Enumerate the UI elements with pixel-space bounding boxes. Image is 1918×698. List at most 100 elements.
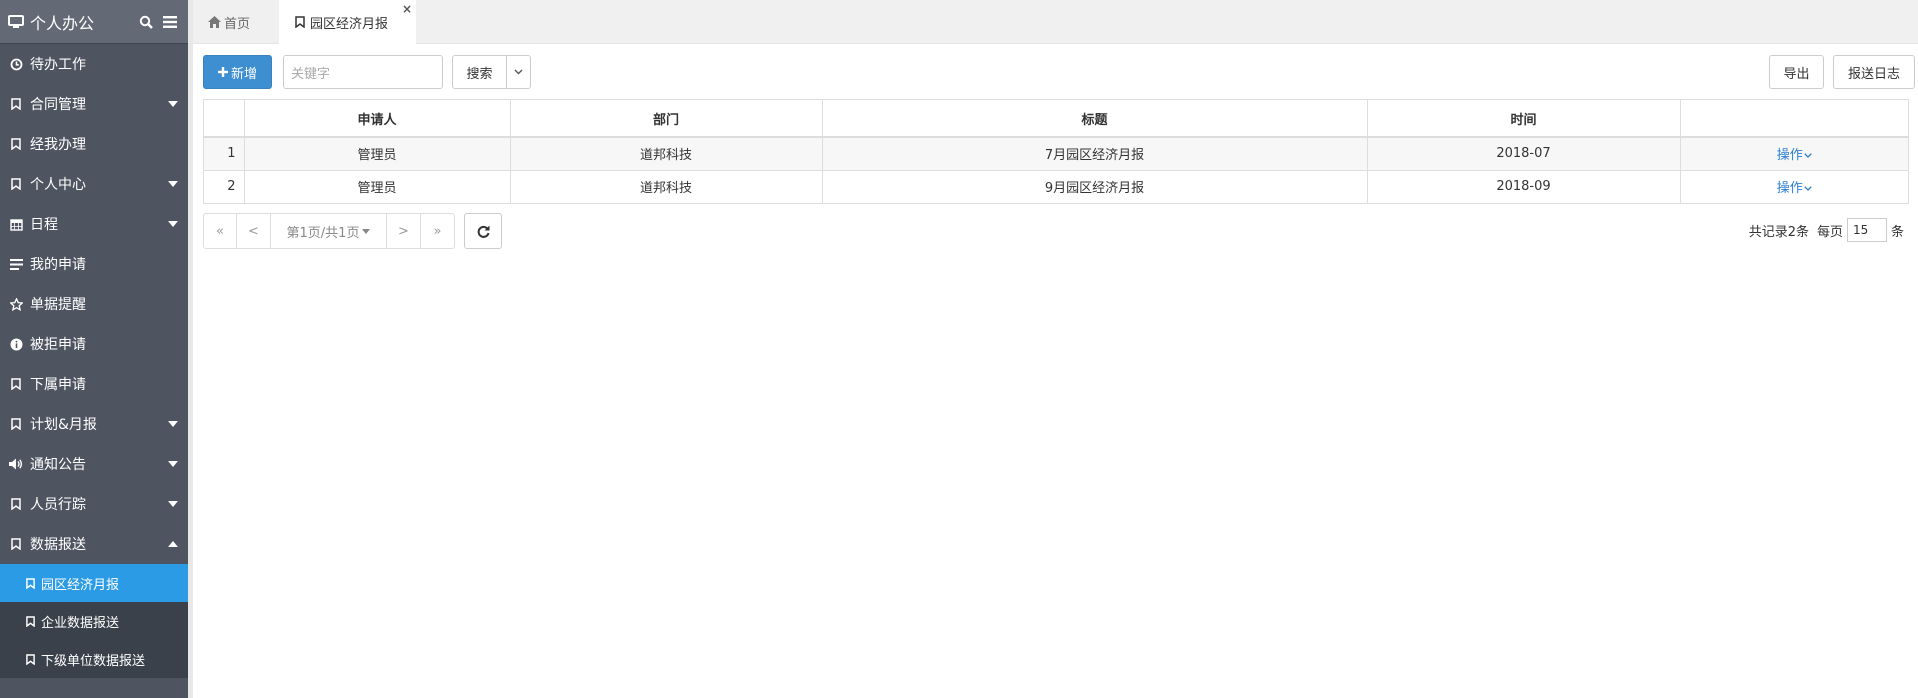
sidebar-item-3[interactable]: 个人中心 [0,164,188,204]
per-page-input[interactable]: 15 [1846,218,1887,242]
search-button[interactable]: 搜索 [452,55,507,89]
sidebar-item-1[interactable]: 合同管理 [0,84,188,124]
sidebar-item-label: 个人中心 [30,177,86,193]
page-info: 共记录2条 每页 15 条 [1749,217,1904,243]
cell-title: 7月园区经济月报 [822,136,1368,170]
refresh-icon [477,225,490,238]
export-button[interactable]: 导出 [1769,55,1824,89]
chevron-down-icon [1803,148,1812,163]
bookmark-icon [293,15,307,29]
row-number: 2 [204,169,245,203]
sidebar-submenu: 园区经济月报企业数据报送下级单位数据报送 [0,564,188,678]
bookmark-icon [8,496,24,512]
sidebar-item-label: 合同管理 [30,97,86,113]
cell-actions: 操作 [1680,136,1908,170]
bookmark-icon [26,653,38,666]
sidebar-item-4[interactable]: 日程 [0,204,188,244]
submenu-item-0[interactable]: 园区经济月报 [0,564,188,602]
cell-department: 道邦科技 [510,136,823,170]
header-actions [1680,100,1908,138]
tab-active-label: 园区经济月报 [310,16,389,32]
first-page-button[interactable]: « [203,213,237,249]
chevron-down-icon [1803,181,1812,196]
pagination: « < 第1页/共1页 > » [203,213,455,249]
sidebar-item-label: 被拒申请 [30,337,86,353]
actions-dropdown-link[interactable]: 操作 [1777,181,1812,196]
sidebar-item-10[interactable]: 通知公告 [0,444,188,484]
sidebar-item-12[interactable]: 数据报送 [0,524,188,564]
sidebar: 个人办公 待办工作合同管理经我办理个人中心日程我的申请单据提醒被拒申请下属申请计… [0,0,188,698]
submenu-item-2[interactable]: 下级单位数据报送 [0,640,188,678]
close-icon[interactable]: × [402,2,412,16]
sidebar-item-6[interactable]: 单据提醒 [0,284,188,324]
sidebar-item-label: 经我办理 [30,137,86,153]
sidebar-item-11[interactable]: 人员行踪 [0,484,188,524]
row-number: 1 [204,136,245,170]
table-row[interactable]: 2 管理员 道邦科技 9月园区经济月报 2018-09 操作 [204,169,1908,203]
monitor-icon [8,14,24,29]
sidebar-item-5[interactable]: 我的申请 [0,244,188,284]
tab-active[interactable]: 园区经济月报 × [279,0,416,44]
cell-actions: 操作 [1680,169,1908,203]
sidebar-item-2[interactable]: 经我办理 [0,124,188,164]
bookmark-icon [26,615,38,628]
add-button[interactable]: 新增 [203,55,272,89]
menu-toggle-icon[interactable] [160,12,180,32]
search-dropdown-button[interactable] [506,55,531,89]
plus-icon [217,67,228,77]
star-icon [8,296,24,312]
table-row[interactable]: 1 管理员 道邦科技 7月园区经济月报 2018-07 操作 [204,136,1908,170]
last-page-button[interactable]: » [420,213,455,249]
cell-department: 道邦科技 [510,169,823,203]
bookmark-icon [8,96,24,112]
sidebar-item-8[interactable]: 下属申请 [0,364,188,404]
header-applicant[interactable]: 申请人 [244,100,511,138]
cell-time: 2018-07 [1367,136,1681,170]
bookmark-icon [8,136,24,152]
sidebar-header: 个人办公 [0,0,188,44]
header-title[interactable]: 标题 [822,100,1368,138]
actions-label: 操作 [1776,181,1803,197]
sidebar-item-label: 单据提醒 [30,297,86,313]
submenu-item-1[interactable]: 企业数据报送 [0,602,188,640]
sidebar-item-0[interactable]: 待办工作 [0,44,188,84]
send-log-button[interactable]: 报送日志 [1833,55,1915,89]
caret-down-icon [168,221,178,227]
sidebar-item-7[interactable]: 被拒申请 [0,324,188,364]
actions-dropdown-link[interactable]: 操作 [1777,148,1812,163]
caret-down-icon [168,181,178,187]
sidebar-title: 个人办公 [30,13,95,33]
caret-down-icon [168,461,178,467]
sidebar-item-label: 下属申请 [30,377,86,393]
sidebar-item-9[interactable]: 计划&月报 [0,404,188,444]
prev-page-button[interactable]: < [236,213,271,249]
sidebar-item-label: 我的申请 [30,257,86,273]
cell-time: 2018-09 [1367,169,1681,203]
tab-home[interactable]: 首页 [193,0,279,44]
header-time[interactable]: 时间 [1367,100,1681,138]
search-input[interactable]: 关键字 [283,55,443,89]
caret-up-icon [168,541,178,547]
volume-icon [8,456,24,472]
bookmark-icon [8,176,24,192]
list-icon [8,256,24,272]
caret-down-icon [168,101,178,107]
tab-home-label: 首页 [224,16,251,32]
sidebar-item-label: 数据报送 [30,537,86,553]
next-page-button[interactable]: > [386,213,421,249]
cell-applicant: 管理员 [244,136,511,170]
caret-down-icon [362,228,371,234]
search-icon[interactable] [136,12,156,32]
header-department[interactable]: 部门 [510,100,823,138]
page-select[interactable]: 第1页/共1页 [270,213,387,249]
caret-down-icon [168,501,178,507]
cell-title: 9月园区经济月报 [822,169,1368,203]
submenu-item-label: 企业数据报送 [41,615,120,631]
per-page-label: 每页 [1816,224,1843,240]
header-index [204,100,245,138]
main-content: 首页 园区经济月报 × 新增 关键字 搜索 导出 报送日志 申请人 部门 标题 … [188,0,1918,698]
refresh-button[interactable] [464,213,502,249]
data-table: 申请人 部门 标题 时间 1 管理员 道邦科技 7月园区经济月报 2018-07 操作 2 管… [203,99,1909,204]
sidebar-item-label: 计划&月报 [30,417,97,433]
chevron-down-icon [514,69,523,75]
